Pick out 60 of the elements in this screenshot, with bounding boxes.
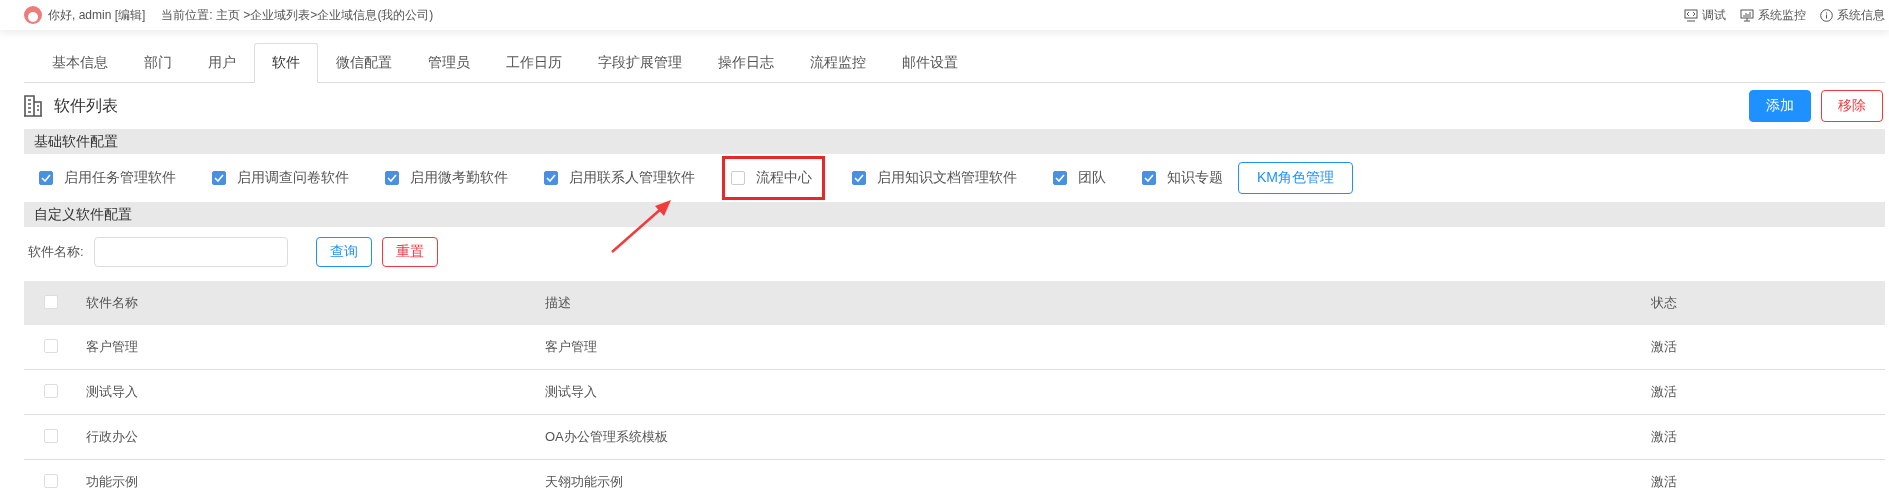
table-cell: 激活: [1651, 384, 1677, 399]
greeting: 你好, admin [编辑]: [48, 6, 146, 24]
section-header: 自定义软件配置: [24, 202, 1885, 227]
table-cell: 行政办公: [86, 429, 138, 444]
tab[interactable]: 用户: [190, 43, 254, 83]
checkbox[interactable]: [385, 171, 399, 185]
remove-button[interactable]: 移除: [1821, 90, 1883, 122]
table-cell: 测试导入: [86, 384, 138, 399]
checkbox-option[interactable]: 流程中心: [722, 156, 825, 200]
tab[interactable]: 字段扩展管理: [580, 43, 700, 83]
software-name-field[interactable]: [93, 237, 288, 267]
column-header: 状态: [1651, 295, 1677, 310]
breadcrumb: 当前位置: 主页 >企业域列表>企业域信息(我的公司): [161, 6, 434, 24]
tab[interactable]: 部门: [126, 43, 190, 83]
building-icon: [24, 95, 42, 117]
tab[interactable]: 管理员: [410, 43, 488, 83]
reset-button[interactable]: 重置: [381, 237, 438, 267]
tab[interactable]: 软件: [254, 43, 318, 83]
column-header: 软件名称: [86, 295, 138, 310]
table-cell: 客户管理: [86, 339, 138, 354]
section-title: 软件列表: [54, 95, 118, 116]
table-cell: 激活: [1651, 429, 1677, 444]
header-link[interactable]: 系统信息: [1820, 6, 1885, 24]
checkbox[interactable]: [1142, 171, 1156, 185]
code-monitor-icon: [1684, 8, 1698, 22]
checkbox[interactable]: [852, 171, 866, 185]
info-icon: [1820, 8, 1833, 22]
checkbox-option[interactable]: 启用调查问卷软件: [203, 156, 358, 200]
checkbox[interactable]: [731, 171, 745, 185]
checkbox-option[interactable]: 团队: [1044, 156, 1115, 200]
section-header: 基础软件配置: [24, 129, 1885, 154]
table-cell: OA办公管理系统模板: [545, 429, 668, 444]
header-link[interactable]: 调试: [1684, 6, 1726, 24]
checkbox-option[interactable]: 启用任务管理软件: [30, 156, 185, 200]
table-cell: 测试导入: [545, 384, 597, 399]
checkbox-option[interactable]: 启用知识文档管理软件: [843, 156, 1026, 200]
tab[interactable]: 操作日志: [700, 43, 792, 83]
table-cell: 客户管理: [545, 339, 597, 354]
tab[interactable]: 基本信息: [34, 43, 126, 83]
tab[interactable]: 微信配置: [318, 43, 410, 83]
tab[interactable]: 流程监控: [792, 43, 884, 83]
checkbox[interactable]: [1053, 171, 1067, 185]
table-cell: 天翎功能示例: [545, 474, 623, 489]
chart-monitor-icon: [1740, 8, 1754, 22]
checkbox-option[interactable]: 知识专题: [1133, 156, 1232, 200]
checkbox-option[interactable]: 启用联系人管理软件: [535, 156, 704, 200]
table-cell: 功能示例: [86, 474, 138, 489]
header-link[interactable]: 系统监控: [1740, 6, 1806, 24]
table-cell: 激活: [1651, 339, 1677, 354]
annotation-arrow: [610, 198, 672, 254]
avatar-icon: [24, 6, 42, 24]
checkbox[interactable]: [39, 171, 53, 185]
table-cell: 激活: [1651, 474, 1677, 489]
field-label: 软件名称:: [28, 243, 84, 261]
column-header: 描述: [545, 295, 571, 310]
tab[interactable]: 工作日历: [488, 43, 580, 83]
checkbox-option[interactable]: 启用微考勤软件: [376, 156, 517, 200]
checkbox[interactable]: [212, 171, 226, 185]
checkbox[interactable]: [544, 171, 558, 185]
tab[interactable]: 邮件设置: [884, 43, 976, 83]
